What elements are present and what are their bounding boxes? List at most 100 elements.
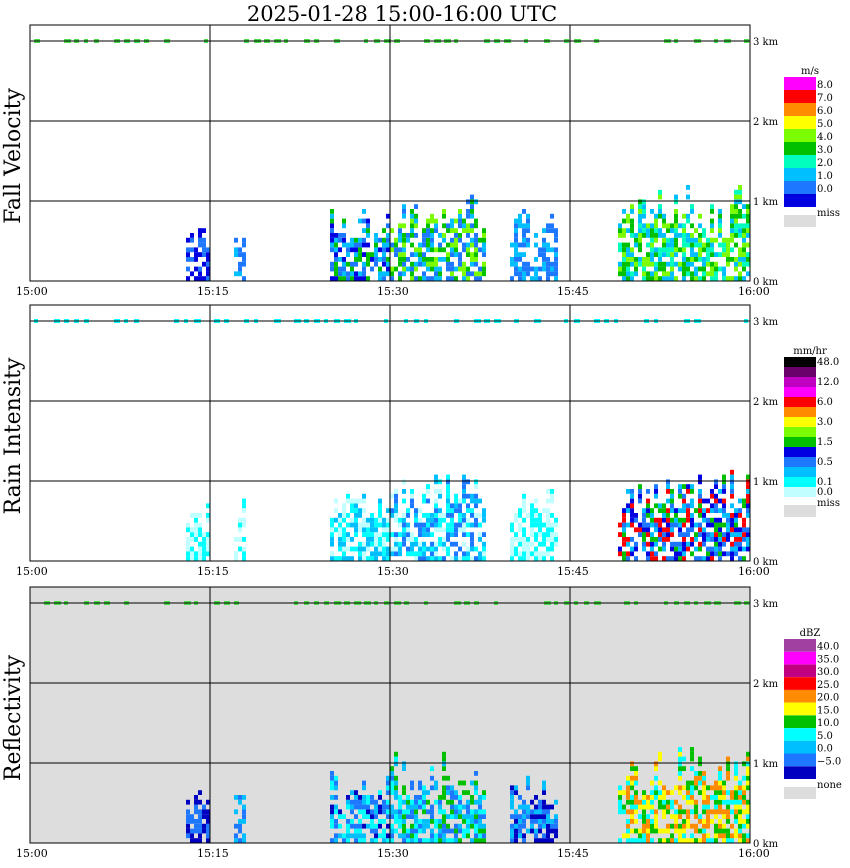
echo-cell — [418, 527, 422, 533]
echo-cell — [446, 242, 450, 248]
echo-cell — [742, 266, 746, 272]
echo-cell — [682, 766, 686, 771]
echo-cell — [374, 517, 378, 523]
echo-cell — [514, 838, 518, 843]
echo-cell — [358, 527, 362, 533]
echo-cell — [190, 233, 194, 238]
echo-cell — [730, 489, 734, 494]
echo-cell — [342, 266, 346, 272]
echo-cell — [374, 237, 378, 243]
echo-cell — [410, 546, 414, 552]
echo-cell — [686, 541, 690, 547]
echo-cell — [382, 242, 386, 248]
echo-cell — [550, 228, 554, 233]
echo-cell — [362, 532, 366, 537]
echo-cell — [382, 522, 386, 528]
echo-cell — [554, 261, 558, 267]
echo-cell — [734, 517, 738, 523]
echo-cell — [422, 551, 426, 557]
echo-cell — [206, 503, 210, 509]
echo-cell — [446, 828, 450, 834]
echo-cell — [350, 276, 354, 281]
echo-cell — [630, 508, 634, 513]
echo-cell — [354, 237, 358, 243]
echo-cell — [374, 823, 378, 829]
echo-cell — [454, 814, 458, 819]
echo-cell — [198, 546, 202, 552]
echo-cell — [646, 833, 650, 839]
echo-cell — [686, 532, 690, 537]
echo-cell — [462, 498, 466, 504]
echo-cell — [186, 799, 190, 805]
echo-cell — [378, 809, 382, 815]
echo-cell — [374, 838, 378, 843]
echo-cell — [462, 828, 466, 834]
echo-cell — [394, 541, 398, 547]
echo-cell — [530, 823, 534, 829]
echo-cell — [710, 795, 714, 800]
echo-cell — [666, 261, 670, 267]
echo-cell — [238, 261, 242, 267]
echo-cell — [510, 242, 514, 248]
echo-cell — [362, 228, 366, 233]
echo-cell — [462, 513, 466, 518]
echo-cell — [442, 556, 446, 561]
legend-label: 6.0 — [817, 397, 833, 408]
echo-cell — [454, 266, 458, 272]
echo-cell — [482, 546, 486, 552]
echo-cell — [354, 838, 358, 843]
echo-cell — [698, 556, 702, 561]
echo-cell — [686, 271, 690, 277]
echo-cell — [346, 537, 350, 542]
echo-cell — [198, 819, 202, 824]
echo-cell — [742, 503, 746, 509]
echo-cell — [686, 546, 690, 552]
echo-cell — [630, 204, 634, 209]
echo-cell — [442, 833, 446, 839]
echo-cell — [526, 237, 530, 243]
echo-cell — [422, 819, 426, 824]
legend-label: 3.0 — [817, 417, 833, 428]
echo-cell — [334, 809, 338, 815]
echo-cell — [734, 761, 738, 767]
echo-cell — [450, 828, 454, 834]
echo-cell — [386, 804, 390, 810]
echo-cell — [554, 541, 558, 547]
echo-cell — [730, 218, 734, 224]
echo-cell — [478, 498, 482, 504]
echo-cell — [338, 833, 342, 839]
echo-cell — [718, 785, 722, 791]
y-tick-label: 0 km — [753, 557, 779, 568]
echo-cell — [674, 517, 678, 523]
echo-cell — [634, 795, 638, 800]
echo-cell — [698, 213, 702, 219]
legend-missing-label: none — [817, 780, 842, 791]
echo-cell — [638, 804, 642, 810]
echo-cell — [734, 766, 738, 771]
echo-cell — [466, 546, 470, 552]
echo-cell — [642, 266, 646, 272]
echo-cell — [678, 556, 682, 561]
echo-cell — [430, 804, 434, 810]
echo-cell — [334, 556, 338, 561]
echo-cell — [474, 546, 478, 552]
legend-swatch — [784, 467, 816, 477]
echo-cell — [458, 522, 462, 528]
echo-cell — [462, 247, 466, 253]
echo-cell — [414, 537, 418, 542]
echo-cell — [678, 838, 682, 843]
echo-cell — [462, 228, 466, 233]
echo-cell — [346, 799, 350, 805]
echo-cell — [734, 194, 738, 200]
echo-cell — [650, 551, 654, 557]
echo-cell — [702, 498, 706, 504]
echo-cell — [742, 823, 746, 829]
echo-cell — [402, 247, 406, 253]
echo-cell — [418, 508, 422, 513]
echo-cell — [526, 513, 530, 518]
echo-cell — [742, 517, 746, 523]
echo-cell — [690, 237, 694, 243]
echo-cell — [714, 785, 718, 791]
echo-cell — [474, 484, 478, 489]
echo-cell — [470, 223, 474, 229]
